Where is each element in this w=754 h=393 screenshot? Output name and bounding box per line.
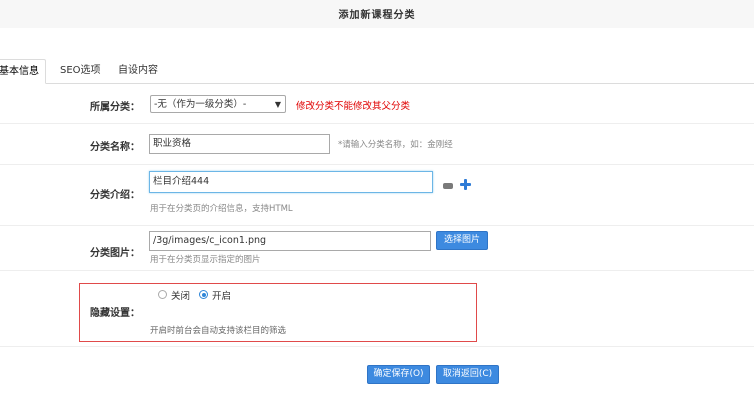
radio-off-label[interactable]: 关闭 — [171, 288, 190, 302]
category-name-label: 分类名称： — [90, 142, 140, 153]
category-name-hint: *请输入分类名称，如：金刚经 — [338, 140, 453, 150]
row-category-image: 分类图片： /3g/images/c_icon1.png 选择图片 用于在分类页… — [0, 226, 754, 271]
category-intro-hint: 用于在分类页的介绍信息，支持HTML — [150, 204, 293, 214]
expand-plus-icon[interactable] — [460, 179, 471, 190]
collapse-minus-icon[interactable] — [443, 183, 453, 189]
row-category-intro: 分类介绍： 栏目介绍444 用于在分类页的介绍信息，支持HTML — [0, 165, 754, 226]
radio-off[interactable] — [158, 290, 167, 299]
page-header: 添加新课程分类 — [0, 0, 754, 28]
cancel-button[interactable]: 取消返回(C) — [436, 365, 499, 384]
category-image-label: 分类图片： — [90, 248, 140, 259]
tab-custom-content[interactable]: 自设内容 — [112, 59, 164, 82]
row-parent-category: 所属分类： -无（作为一级分类）- ▼ 修改分类不能修改其父分类 — [0, 84, 754, 124]
hidden-setting-hint: 开启时前台会自动支持该栏目的筛选 — [150, 326, 287, 336]
parent-category-warning: 修改分类不能修改其父分类 — [296, 101, 411, 112]
radio-on-label[interactable]: 开启 — [212, 288, 231, 302]
tab-basic-info[interactable]: 基本信息 — [0, 59, 46, 84]
category-image-hint: 用于在分类页显示指定的图片 — [150, 255, 261, 265]
row-category-name: 分类名称： 职业资格 *请输入分类名称，如：金刚经 — [0, 124, 754, 165]
tab-bar: 基本信息 SEO选项 自设内容 — [0, 59, 754, 84]
save-button[interactable]: 确定保存(O) — [367, 365, 430, 384]
parent-category-selected: -无（作为一级分类）- — [154, 99, 247, 110]
category-name-input[interactable]: 职业资格 — [149, 134, 330, 154]
page-title: 添加新课程分类 — [338, 10, 416, 21]
radio-on[interactable] — [199, 290, 208, 299]
parent-category-label: 所属分类： — [90, 102, 140, 113]
choose-image-button[interactable]: 选择图片 — [436, 231, 488, 250]
category-intro-label: 分类介绍： — [90, 190, 140, 201]
category-image-input[interactable]: /3g/images/c_icon1.png — [149, 231, 431, 251]
tab-seo[interactable]: SEO选项 — [54, 59, 107, 82]
category-intro-textarea[interactable]: 栏目介绍444 — [149, 171, 433, 193]
chevron-down-icon: ▼ — [274, 100, 281, 109]
hidden-setting-label: 隐藏设置： — [90, 308, 140, 319]
parent-category-select[interactable]: -无（作为一级分类）- ▼ — [150, 95, 286, 113]
